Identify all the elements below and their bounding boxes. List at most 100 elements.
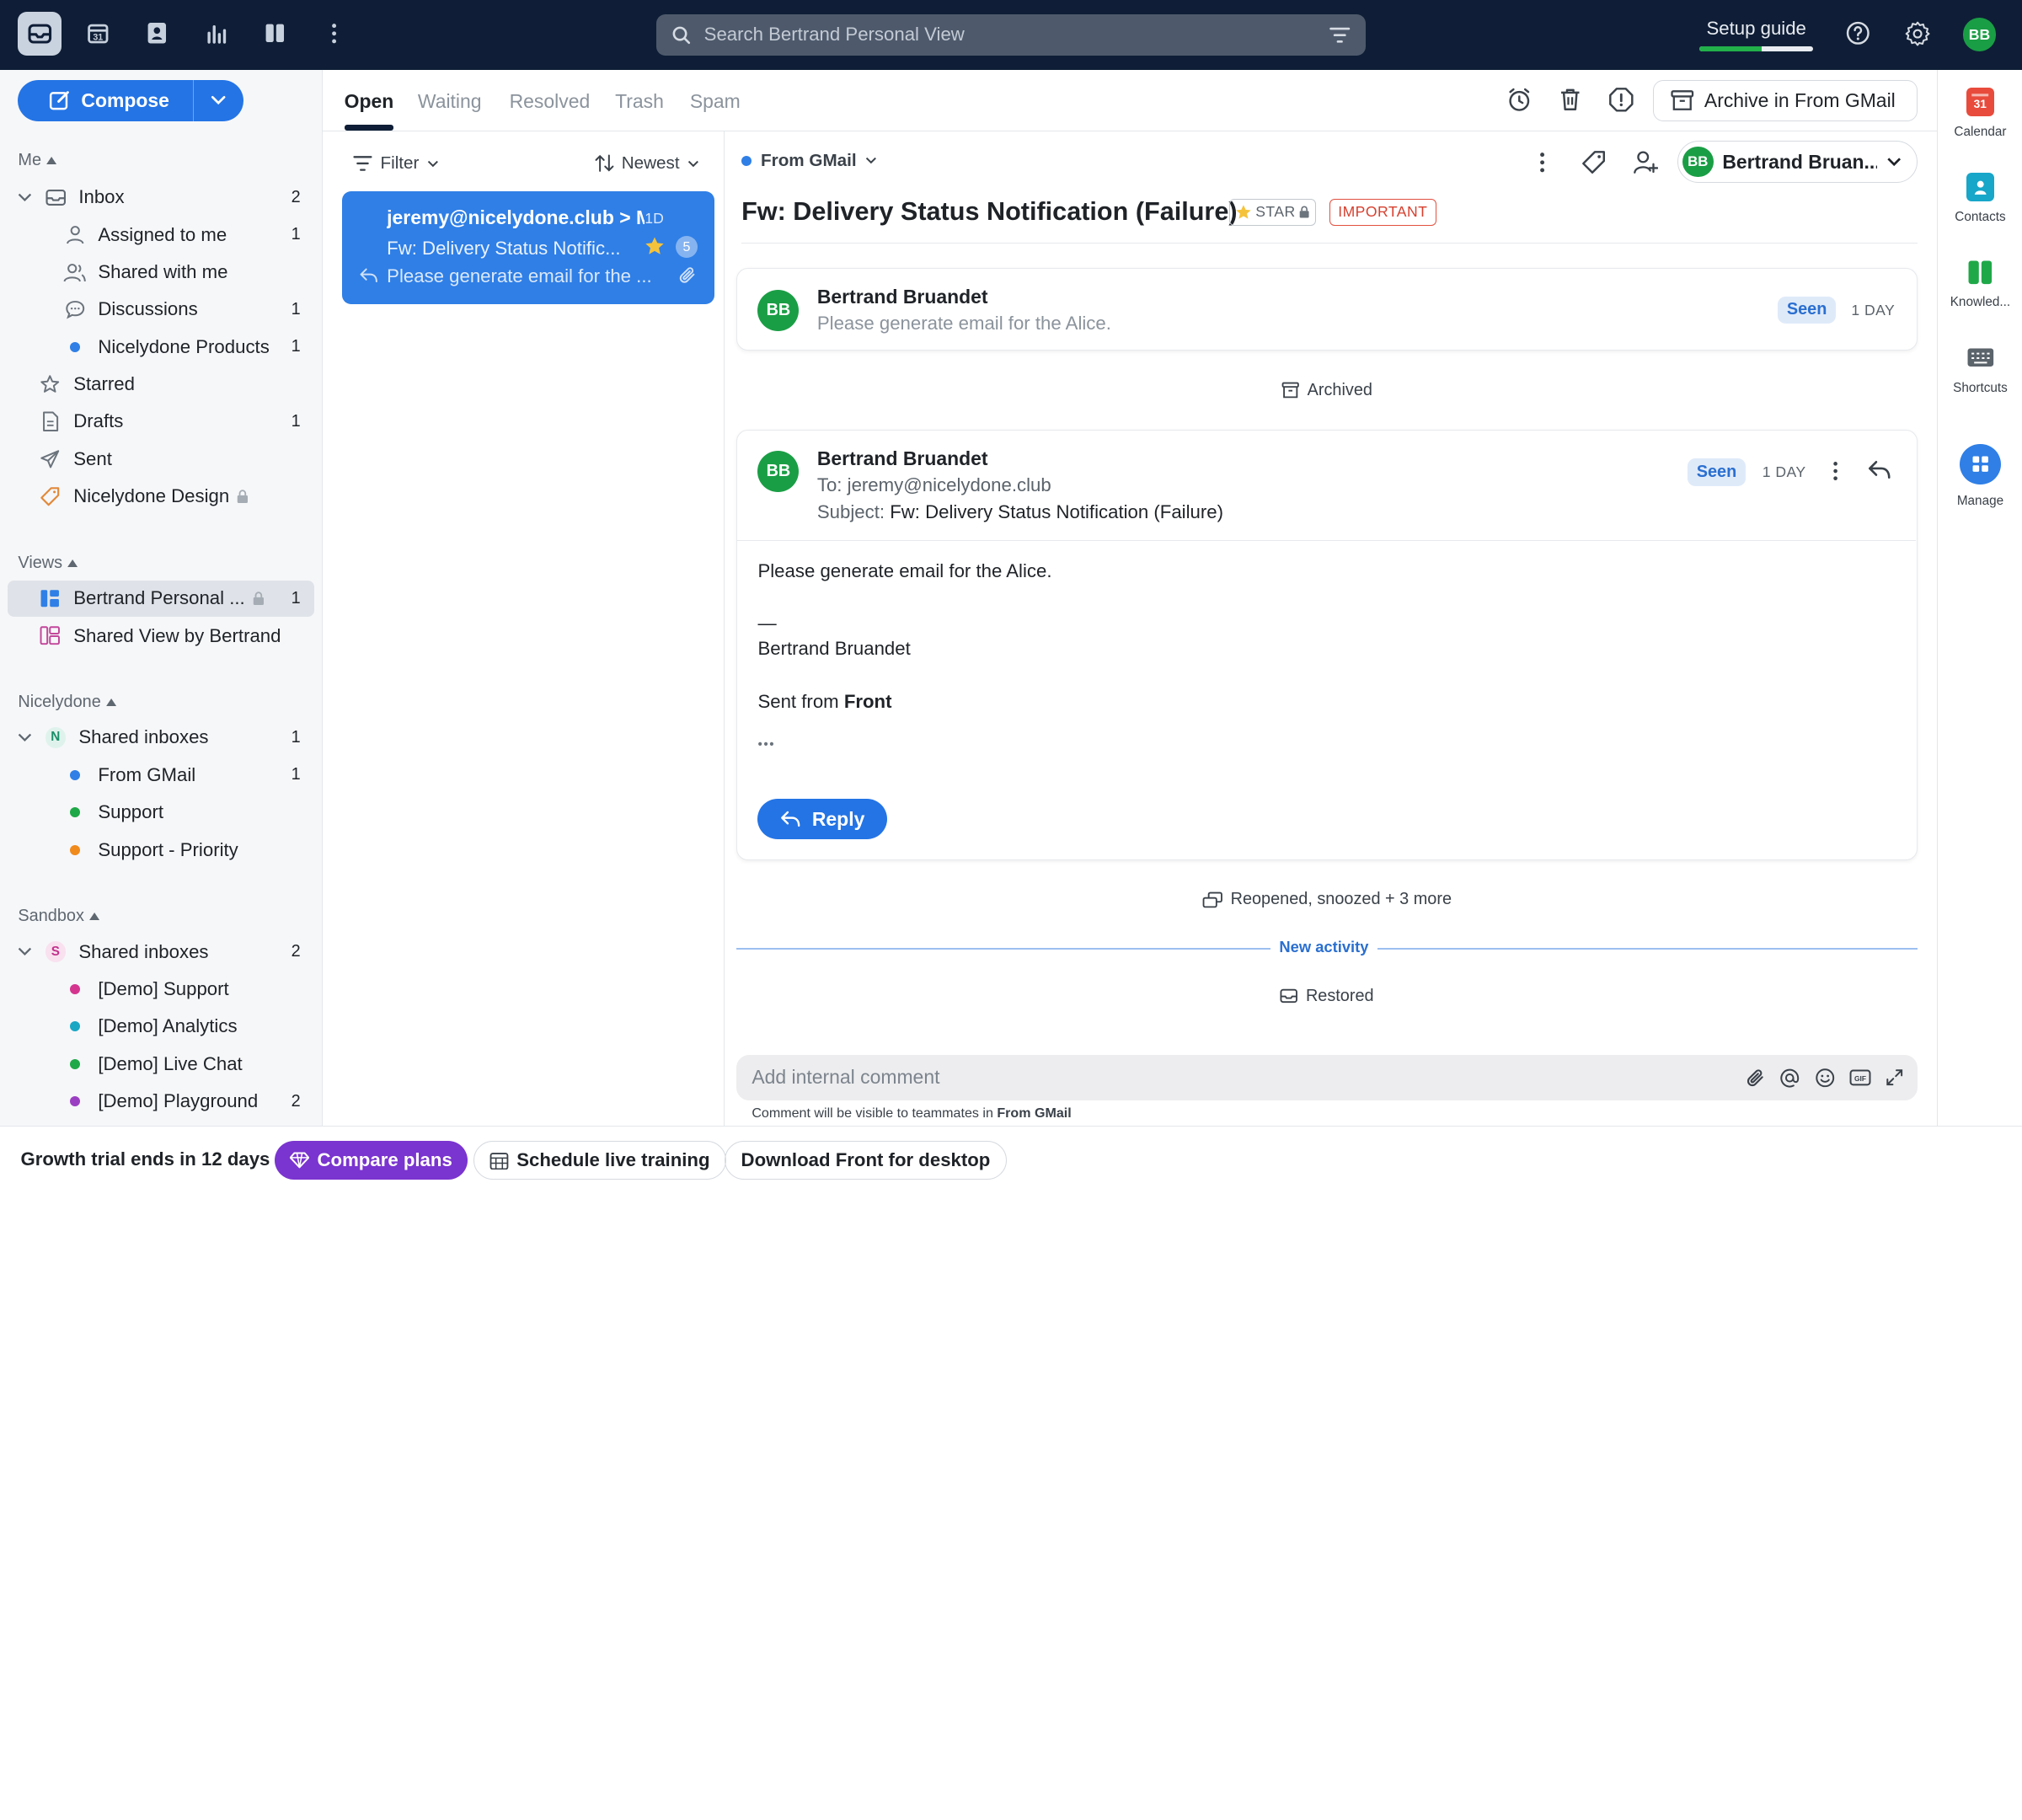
more-options-icon[interactable] xyxy=(1538,151,1546,174)
inbox-app-icon[interactable] xyxy=(18,11,62,56)
filter-button[interactable]: Filter xyxy=(353,153,438,174)
unread-count: 1 xyxy=(291,337,301,356)
tab-trash[interactable]: Trash xyxy=(615,90,664,113)
rail-shortcuts[interactable]: Shortcuts xyxy=(1938,343,2022,395)
event-reopened[interactable]: Reopened, snoozed + 3 more xyxy=(736,890,1918,909)
reply-button[interactable]: Reply xyxy=(757,799,887,839)
sent-from-line: Sent from Front xyxy=(757,690,892,712)
section-me[interactable]: Me xyxy=(18,151,57,170)
star-filled-icon[interactable] xyxy=(644,236,666,256)
setup-progress-fill xyxy=(1699,46,1763,52)
tab-spam[interactable]: Spam xyxy=(690,90,741,113)
user-avatar[interactable]: BB xyxy=(1962,18,1997,52)
conversation-item[interactable]: jeremy@nicelydone.club > M 1D Fw: Delive… xyxy=(341,190,714,305)
sort-label: Newest xyxy=(621,153,680,174)
assignee-selector[interactable]: BB Bertrand Bruan... xyxy=(1677,140,1918,184)
svg-text:31: 31 xyxy=(1974,98,1987,110)
tab-resolved[interactable]: Resolved xyxy=(510,90,591,113)
rail-manage[interactable]: Manage xyxy=(1938,443,2022,510)
analytics-app-icon[interactable] xyxy=(195,12,238,56)
search-input[interactable]: Search Bertrand Personal View xyxy=(704,24,1329,46)
unread-count: 1 xyxy=(291,225,301,244)
message-more-icon[interactable] xyxy=(1832,460,1839,482)
draft-document-icon xyxy=(37,411,63,432)
sidebar-item-inbox[interactable]: Inbox 2 xyxy=(0,179,322,216)
sidebar-item-nicelydone-design[interactable]: Nicelydone Design xyxy=(0,479,322,515)
sidebar-item-demo-support[interactable]: [Demo] Support xyxy=(0,972,322,1008)
sort-button[interactable]: Newest xyxy=(595,153,699,174)
archive-button[interactable]: Archive in From GMail xyxy=(1653,79,1918,121)
setup-guide[interactable]: Setup guide xyxy=(1699,18,1814,52)
sidebar-item-assigned[interactable]: Assigned to me 1 xyxy=(0,217,322,253)
tag-label-icon[interactable] xyxy=(1581,150,1606,174)
sidebar-item-demo-analytics[interactable]: [Demo] Analytics xyxy=(0,1009,322,1045)
sidebar-item-drafts[interactable]: Drafts 1 xyxy=(0,404,322,440)
star-tag[interactable]: STAR xyxy=(1228,198,1316,226)
section-sandbox[interactable]: Sandbox xyxy=(18,907,100,926)
add-participant-icon[interactable] xyxy=(1633,150,1659,174)
search-bar[interactable]: Search Bertrand Personal View xyxy=(656,13,1366,56)
contacts-app-icon[interactable] xyxy=(136,12,179,56)
chevron-down-icon[interactable] xyxy=(12,193,38,202)
sidebar-item-nicelydone-products[interactable]: Nicelydone Products 1 xyxy=(0,329,322,365)
emoji-smile-icon[interactable] xyxy=(1815,1068,1835,1088)
section-views[interactable]: Views xyxy=(18,554,78,573)
compose-button[interactable]: Compose xyxy=(18,79,244,121)
tab-open[interactable]: Open xyxy=(345,90,394,113)
sidebar-item-support-priority[interactable]: Support - Priority xyxy=(0,832,322,868)
spam-alert-icon[interactable] xyxy=(1608,87,1634,113)
knowledge-app-icon[interactable] xyxy=(253,12,297,56)
sidebar-item-from-gmail[interactable]: From GMail 1 xyxy=(0,757,322,793)
mention-at-icon[interactable] xyxy=(1779,1068,1800,1088)
snooze-alarm-icon[interactable] xyxy=(1506,87,1533,113)
conversation-subject: Fw: Delivery Status Notific... xyxy=(387,237,621,259)
rail-knowledge[interactable]: Knowled... xyxy=(1938,258,2022,310)
download-desktop-button[interactable]: Download Front for desktop xyxy=(725,1141,1007,1180)
chevron-down-icon[interactable] xyxy=(12,733,38,742)
expand-icon[interactable] xyxy=(1886,1068,1903,1086)
chevron-down-icon xyxy=(687,160,698,167)
schedule-training-button[interactable]: Schedule live training xyxy=(473,1141,726,1180)
compose-dropdown[interactable] xyxy=(194,95,244,105)
show-quoted-icon[interactable]: ••• xyxy=(757,737,775,752)
attach-paperclip-icon[interactable] xyxy=(1746,1068,1765,1088)
seen-badge: Seen xyxy=(1688,458,1746,486)
tab-waiting[interactable]: Waiting xyxy=(418,90,482,113)
send-icon xyxy=(37,449,63,469)
sidebar-item-sent[interactable]: Sent xyxy=(0,441,322,477)
trash-icon[interactable] xyxy=(1559,87,1582,113)
sidebar-item-support[interactable]: Support xyxy=(0,795,322,831)
sidebar-item-discussions[interactable]: Discussions 1 xyxy=(0,292,322,328)
chevron-down-icon[interactable] xyxy=(12,947,38,956)
reply-icon[interactable] xyxy=(1868,460,1891,479)
settings-gear-icon[interactable] xyxy=(1896,12,1939,56)
gif-icon[interactable]: GIF xyxy=(1849,1069,1871,1086)
sidebar-item-sandbox-shared-inboxes[interactable]: S Shared inboxes 2 xyxy=(0,934,322,970)
sidebar-item-label: Support xyxy=(98,801,164,823)
internal-comment-box[interactable]: Add internal comment GIF xyxy=(736,1055,1918,1100)
sidebar-item-shared-with-me[interactable]: Shared with me xyxy=(0,254,322,291)
calendar-app-icon[interactable]: 31 xyxy=(76,12,120,56)
message-collapsed[interactable]: BB Bertrand Bruandet Please generate ema… xyxy=(736,268,1918,351)
search-filter-icon[interactable] xyxy=(1329,26,1351,44)
inbox-color-dot xyxy=(62,1095,88,1107)
message-age: 1 DAY xyxy=(1762,463,1806,481)
sidebar-item-bertrand-personal-view[interactable]: Bertrand Personal ... 1 xyxy=(8,580,315,617)
compare-plans-button[interactable]: Compare plans xyxy=(275,1141,468,1180)
important-tag[interactable]: IMPORTANT xyxy=(1329,198,1436,226)
section-nicelydone[interactable]: Nicelydone xyxy=(18,693,117,712)
rail-calendar[interactable]: 31 Calendar xyxy=(1938,88,2022,140)
sidebar-item-starred[interactable]: Starred xyxy=(0,367,322,403)
sidebar-item-label: Shared View by Bertrand xyxy=(73,624,281,646)
sidebar-item-demo-live-chat[interactable]: [Demo] Live Chat xyxy=(0,1046,322,1082)
sidebar-item-shared-view[interactable]: Shared View by Bertrand xyxy=(0,618,322,654)
rail-contacts[interactable]: Contacts xyxy=(1938,173,2022,225)
compose-main[interactable]: Compose xyxy=(18,79,194,121)
sidebar-item-nicelydone-shared-inboxes[interactable]: N Shared inboxes 1 xyxy=(0,720,322,756)
inbox-selector[interactable]: From GMail xyxy=(741,151,877,171)
diamond-icon xyxy=(290,1152,310,1169)
more-apps-icon[interactable] xyxy=(312,12,356,56)
comment-input[interactable]: Add internal comment xyxy=(752,1066,1746,1089)
help-icon[interactable] xyxy=(1837,12,1880,56)
sidebar-item-demo-playground[interactable]: [Demo] Playground 2 xyxy=(0,1084,322,1120)
